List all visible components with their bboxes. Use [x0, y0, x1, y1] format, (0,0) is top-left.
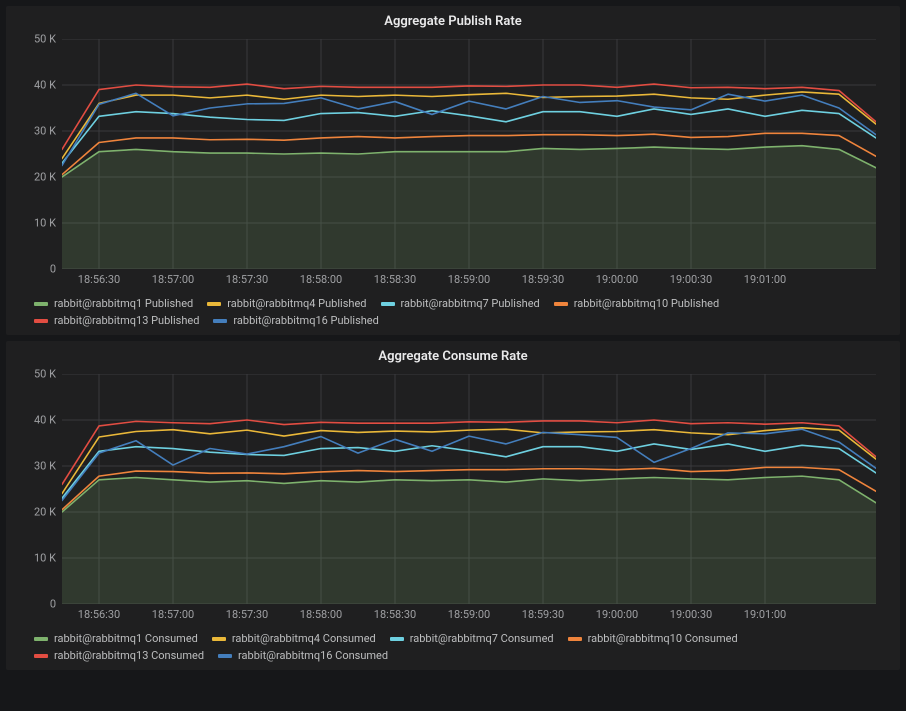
legend-item[interactable]: rabbit@rabbitmq13 Published [34, 314, 199, 327]
plot-wrap[interactable]: 0 10 K 20 K 30 K 40 K 50 K 18:56:30 18:57:00 18:… [16, 33, 890, 291]
legend-swatch-icon [381, 302, 395, 306]
panel-title: Aggregate Consume Rate [6, 345, 900, 368]
x-axis-tick: 18:58:00 [300, 604, 342, 621]
legend-label: rabbit@rabbitmq13 Published [54, 314, 199, 327]
legend-swatch-icon [568, 637, 582, 641]
legend-swatch-icon [34, 319, 48, 323]
chart-panel-0: Aggregate Publish Rate 0 10 K 20 K 30 K 40 K 5… [6, 6, 900, 335]
panel-title: Aggregate Publish Rate [6, 10, 900, 33]
chart-panel-1: Aggregate Consume Rate 0 10 K 20 K 30 K 40 K 5… [6, 341, 900, 670]
legend-swatch-icon [390, 637, 404, 641]
x-axis-tick: 18:59:00 [448, 269, 490, 286]
legend-label: rabbit@rabbitmq16 Consumed [238, 649, 388, 662]
legend-label: rabbit@rabbitmq4 Published [227, 297, 366, 310]
legend-swatch-icon [34, 637, 48, 641]
legend-label: rabbit@rabbitmq13 Consumed [54, 649, 204, 662]
y-axis-tick: 0 [50, 263, 62, 276]
y-axis-tick: 10 K [34, 552, 62, 565]
x-axis-tick: 18:58:00 [300, 269, 342, 286]
y-axis-tick: 40 K [34, 414, 62, 427]
chart-svg [62, 39, 876, 269]
legend-label: rabbit@rabbitmq1 Published [54, 297, 193, 310]
legend-item[interactable]: rabbit@rabbitmq13 Consumed [34, 649, 204, 662]
x-axis-tick: 19:01:00 [744, 604, 786, 621]
x-axis-tick: 18:59:30 [522, 604, 564, 621]
legend-item[interactable]: rabbit@rabbitmq10 Published [554, 297, 719, 310]
y-axis-tick: 30 K [34, 125, 62, 138]
legend-swatch-icon [212, 637, 226, 641]
legend-item[interactable]: rabbit@rabbitmq4 Published [207, 297, 366, 310]
x-axis-tick: 19:00:30 [670, 269, 712, 286]
chart-svg [62, 374, 876, 604]
plot-wrap[interactable]: 0 10 K 20 K 30 K 40 K 50 K 18:56:30 18:57:00 18:… [16, 368, 890, 626]
legend-item[interactable]: rabbit@rabbitmq7 Consumed [390, 632, 554, 645]
legend-swatch-icon [213, 319, 227, 323]
x-axis-tick: 18:58:30 [374, 269, 416, 286]
legend-label: rabbit@rabbitmq10 Published [574, 297, 719, 310]
legend-label: rabbit@rabbitmq7 Consumed [410, 632, 554, 645]
series-fill [62, 146, 876, 269]
legend-item[interactable]: rabbit@rabbitmq1 Published [34, 297, 193, 310]
y-axis-tick: 10 K [34, 217, 62, 230]
y-axis-tick: 50 K [34, 33, 62, 46]
x-axis-tick: 19:00:30 [670, 604, 712, 621]
x-axis-tick: 18:57:00 [152, 269, 194, 286]
legend-item[interactable]: rabbit@rabbitmq10 Consumed [568, 632, 738, 645]
legend-item[interactable]: rabbit@rabbitmq16 Published [213, 314, 378, 327]
legend-swatch-icon [218, 654, 232, 658]
legend-item[interactable]: rabbit@rabbitmq16 Consumed [218, 649, 388, 662]
plot-area[interactable]: 010 K20 K30 K40 K50 K18:56:3018:57:0018:… [62, 374, 876, 604]
plot-area[interactable]: 010 K20 K30 K40 K50 K18:56:3018:57:0018:… [62, 39, 876, 269]
series-fill [62, 476, 876, 604]
x-axis-tick: 18:57:30 [226, 604, 268, 621]
legend-item[interactable]: rabbit@rabbitmq1 Consumed [34, 632, 198, 645]
x-axis-tick: 19:01:00 [744, 269, 786, 286]
x-axis-tick: 18:56:30 [78, 269, 120, 286]
y-axis-tick: 0 [50, 598, 62, 611]
legend-label: rabbit@rabbitmq16 Published [233, 314, 378, 327]
legend-swatch-icon [34, 302, 48, 306]
y-axis-tick: 20 K [34, 506, 62, 519]
x-axis-tick: 18:59:30 [522, 269, 564, 286]
x-axis-tick: 18:57:30 [226, 269, 268, 286]
y-axis-tick: 40 K [34, 79, 62, 92]
x-axis-tick: 18:56:30 [78, 604, 120, 621]
y-axis-tick: 50 K [34, 368, 62, 381]
legend-item[interactable]: rabbit@rabbitmq7 Published [381, 297, 540, 310]
legend-item[interactable]: rabbit@rabbitmq4 Consumed [212, 632, 376, 645]
x-axis-tick: 19:00:00 [596, 269, 638, 286]
x-axis-tick: 18:58:30 [374, 604, 416, 621]
legend-swatch-icon [34, 654, 48, 658]
legend-label: rabbit@rabbitmq4 Consumed [232, 632, 376, 645]
legend-label: rabbit@rabbitmq1 Consumed [54, 632, 198, 645]
legend: rabbit@rabbitmq1 Published rabbit@rabbitm… [6, 291, 900, 329]
y-axis-tick: 30 K [34, 460, 62, 473]
y-axis-tick: 20 K [34, 171, 62, 184]
legend-swatch-icon [554, 302, 568, 306]
x-axis-tick: 18:59:00 [448, 604, 490, 621]
legend-label: rabbit@rabbitmq7 Published [401, 297, 540, 310]
x-axis-tick: 19:00:00 [596, 604, 638, 621]
legend-swatch-icon [207, 302, 221, 306]
legend-label: rabbit@rabbitmq10 Consumed [588, 632, 738, 645]
x-axis-tick: 18:57:00 [152, 604, 194, 621]
legend: rabbit@rabbitmq1 Consumed rabbit@rabbitmq… [6, 626, 900, 664]
